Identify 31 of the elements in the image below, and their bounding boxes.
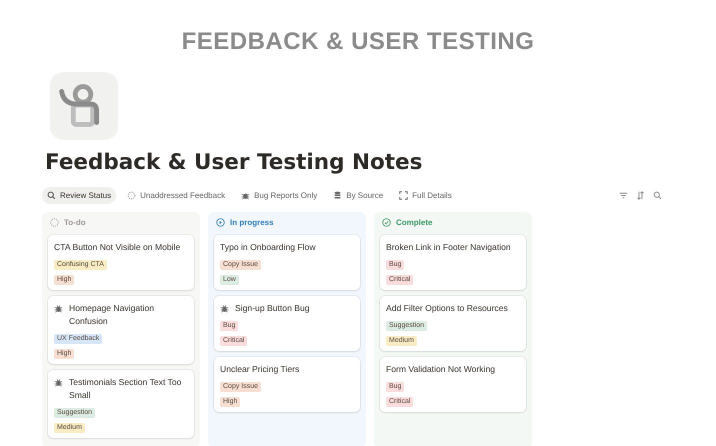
card-title: Typo in Onboarding Flow [220,241,316,254]
database-icon [333,191,342,200]
card-title: Add Filter Options to Resources [386,302,508,315]
card-title: Sign-up Button Bug [235,302,310,315]
card-title: Unclear Pricing Tiers [220,363,300,376]
banner-title: FEEDBACK & USER TESTING [180,27,536,57]
column-title: In progress [230,218,274,227]
person-waving-icon [50,72,118,140]
bug-icon [241,191,250,200]
view-tab[interactable]: Review Status [42,187,116,204]
column-title: Complete [396,218,432,227]
filter-icon[interactable] [619,191,628,200]
bug-icon [54,304,63,313]
view-tab[interactable]: Full Details [394,187,457,204]
column-title: To-do [64,218,86,227]
page-title: Feedback & User Testing Notes [45,150,424,175]
bug-icon [220,304,229,313]
card-title: CTA Button Not Visible on Mobile [54,241,180,254]
search-icon [47,191,56,200]
expand-icon [399,191,408,200]
bug-icon [54,378,63,387]
dashed-circle-icon [127,191,136,200]
view-tab[interactable]: Unaddressed Feedback [122,187,230,204]
search-icon[interactable] [653,191,662,200]
card-title: Testimonials Section Text Too Small [69,376,182,402]
card-title: Broken Link in Footer Navigation [386,241,511,254]
card-title: Form Validation Not Working [386,363,496,376]
view-tab[interactable]: By Source [328,187,388,204]
view-tab[interactable]: Bug Reports Only [236,187,322,204]
sort-icon[interactable] [636,191,645,200]
card-title: Homepage Navigation Confusion [69,302,156,328]
